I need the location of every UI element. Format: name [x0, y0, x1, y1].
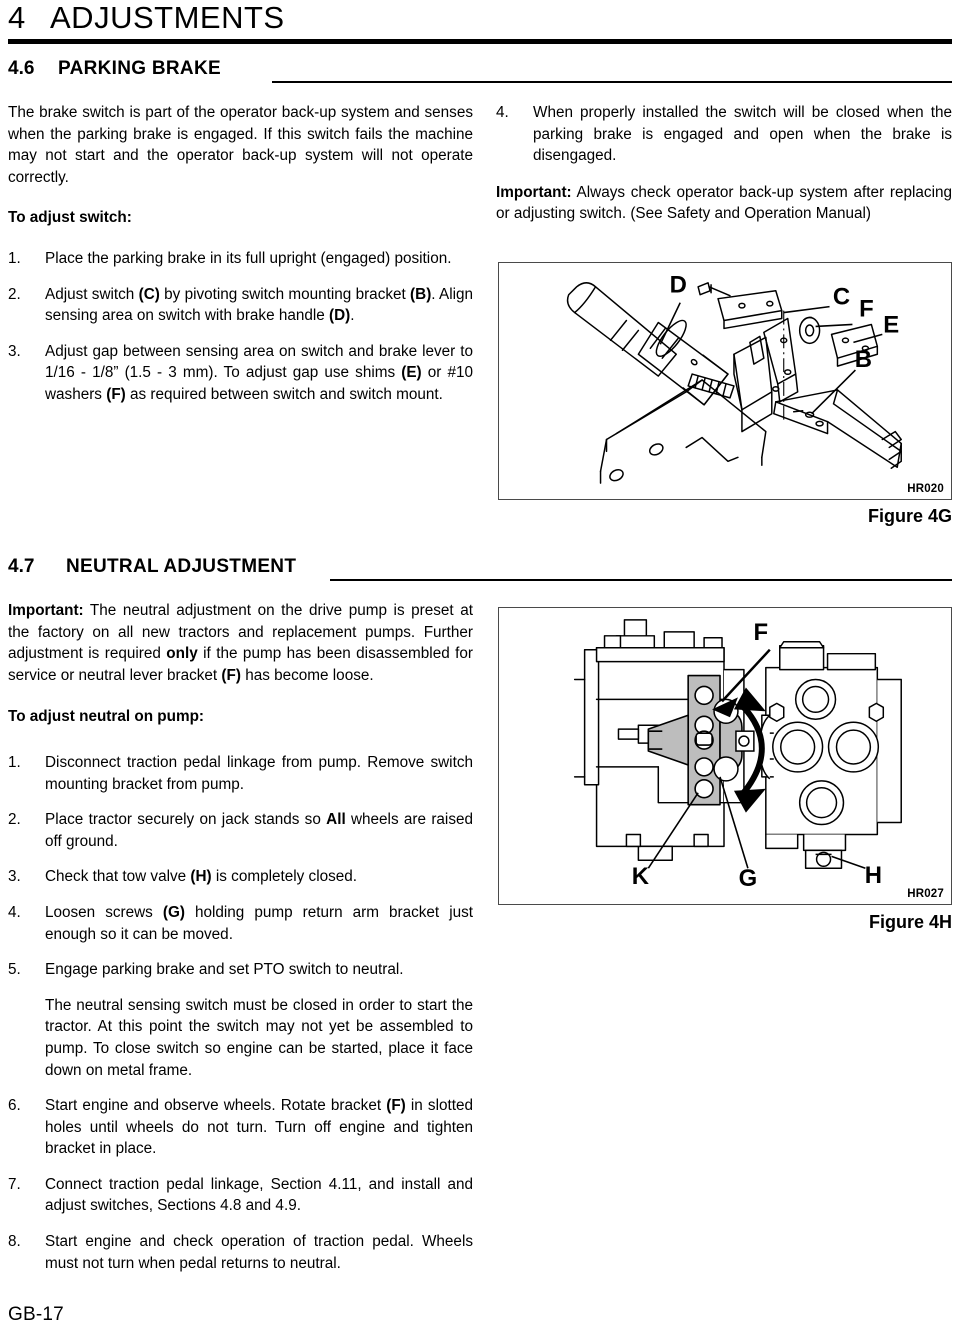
parking-brake-important-note: Important: Always check operator back-up…	[496, 183, 952, 223]
list-item: 3. Adjust gap between sensing area on sw…	[8, 341, 473, 406]
list-item: 3. Check that tow valve (H) is completel…	[8, 866, 473, 888]
list-item: 2. Place tractor securely on jack stands…	[8, 809, 473, 852]
section-heading-4-6: 4.6 PARKING BRAKE	[8, 58, 952, 84]
header-divider-rule	[8, 39, 952, 44]
list-item-text: Loosen screws (G) holding pump return ar…	[45, 903, 473, 943]
list-item-text: Start engine and check operation of trac…	[45, 1233, 473, 1272]
to-adjust-neutral-subheading: To adjust neutral on pump:	[8, 708, 205, 726]
list-item-text: Connect traction pedal linkage, Section …	[45, 1175, 473, 1215]
figure-4g-caption: Figure 4G	[867, 506, 952, 526]
list-item-text: Engage parking brake and set PTO switch …	[45, 961, 404, 979]
list-item-text: Start engine and observe wheels. Rotate …	[45, 1097, 474, 1158]
figure-4h-caption: Figure 4H	[868, 912, 952, 932]
page-footer-label: GB-17	[8, 1304, 64, 1325]
list-item-text: Adjust gap between sensing area on switc…	[45, 342, 474, 403]
parking-brake-intro-paragraph: The brake switch is part of the operator…	[8, 104, 473, 186]
list-item: 1. Disconnect traction pedal linkage fro…	[8, 752, 473, 795]
figure-4h-label-h: H	[865, 862, 882, 889]
neutral-adjustment-important-note: Important: The neutral adjustment on the…	[8, 602, 473, 684]
section-4-6-left-column: The brake switch is part of the operator…	[8, 102, 473, 406]
list-item: 4. Loosen screws (G) holding pump return…	[8, 902, 473, 945]
chapter-title: ADJUSTMENTS	[50, 0, 285, 35]
neutral-adjustment-steps-list: 1. Disconnect traction pedal linkage fro…	[8, 752, 473, 1274]
list-item-number: 7.	[8, 1175, 21, 1193]
section-number-4-6: 4.6	[8, 58, 35, 79]
list-item-number: 6.	[8, 1097, 21, 1115]
list-item: 8. Start engine and check operation of t…	[8, 1231, 473, 1274]
list-item-number: 8.	[8, 1233, 21, 1251]
figure-4g-box: D C F E B HR020	[498, 262, 952, 500]
list-item-number: 4.	[8, 903, 21, 921]
figure-4h-label-k: K	[632, 863, 650, 890]
figure-4h-label-f: F	[754, 619, 769, 646]
list-item-text: When properly installed the switch will …	[533, 104, 952, 165]
neutral-sensing-switch-note: The neutral sensing switch must be close…	[45, 996, 473, 1079]
list-item: 7. Connect traction pedal linkage, Secti…	[8, 1174, 473, 1217]
list-item-number: 2.	[8, 285, 21, 303]
list-item-number: 2.	[8, 811, 21, 829]
list-item-text: Place the parking brake in its full upri…	[45, 249, 452, 267]
list-item-number: 1.	[8, 753, 21, 771]
section-title-4-7: NEUTRAL ADJUSTMENT	[66, 556, 297, 577]
list-item: 4. When properly installed the switch wi…	[496, 102, 952, 167]
section-heading-4-7: 4.7 NEUTRAL ADJUSTMENT	[8, 556, 952, 582]
list-item: 6. Start engine and observe wheels. Rota…	[8, 1095, 473, 1160]
list-item: 1. Place the parking brake in its full u…	[8, 248, 473, 270]
list-item-number: 5.	[8, 961, 21, 979]
list-item-text: Check that tow valve (H) is completely c…	[45, 868, 358, 886]
section-number-4-7: 4.7	[8, 556, 35, 577]
list-item-number: 3.	[8, 342, 21, 360]
parking-brake-steps-list: 1. Place the parking brake in its full u…	[8, 248, 473, 406]
figure-4g-label-f: F	[859, 296, 874, 323]
list-item-number: 1.	[8, 249, 21, 267]
figure-4g-label-b: B	[855, 346, 872, 373]
list-item-number: 3.	[8, 868, 21, 886]
list-item-text: Disconnect traction pedal linkage from p…	[45, 753, 473, 793]
list-item: 2. Adjust switch (C) by pivoting switch …	[8, 284, 473, 327]
figure-4h-label-g: G	[739, 865, 758, 892]
section-rule-4-7	[330, 579, 952, 581]
figure-4g-drawing: D C F E B	[566, 272, 902, 484]
figure-4h-box: F K G H HR027	[498, 607, 952, 905]
figure-4h-code: HR027	[907, 888, 944, 900]
list-item-number: 4.	[496, 104, 509, 121]
section-title-4-6: PARKING BRAKE	[58, 58, 221, 79]
list-item-text: Place tractor securely on jack stands so…	[45, 811, 473, 850]
figure-4g-code: HR020	[907, 483, 944, 495]
figure-4g-label-c: C	[833, 284, 850, 311]
section-rule-4-6	[272, 81, 952, 83]
section-4-6-right-column: 4. When properly installed the switch wi…	[496, 102, 952, 225]
list-item: 5. Engage parking brake and set PTO swit…	[8, 959, 473, 981]
to-adjust-switch-subheading: To adjust switch:	[8, 209, 132, 227]
figure-4g-label-d: D	[670, 272, 687, 299]
figure-4h-drawing: F K G H	[573, 619, 902, 892]
section-4-7-left-column: Important: The neutral adjustment on the…	[8, 600, 473, 1274]
manual-page: 4 ADJUSTMENTS 4.6 PARKING BRAKE The brak…	[0, 0, 960, 1336]
list-item-text: Adjust switch (C) by pivoting switch mou…	[45, 285, 474, 325]
figure-4g-label-e: E	[883, 311, 899, 338]
chapter-number: 4	[8, 0, 26, 35]
